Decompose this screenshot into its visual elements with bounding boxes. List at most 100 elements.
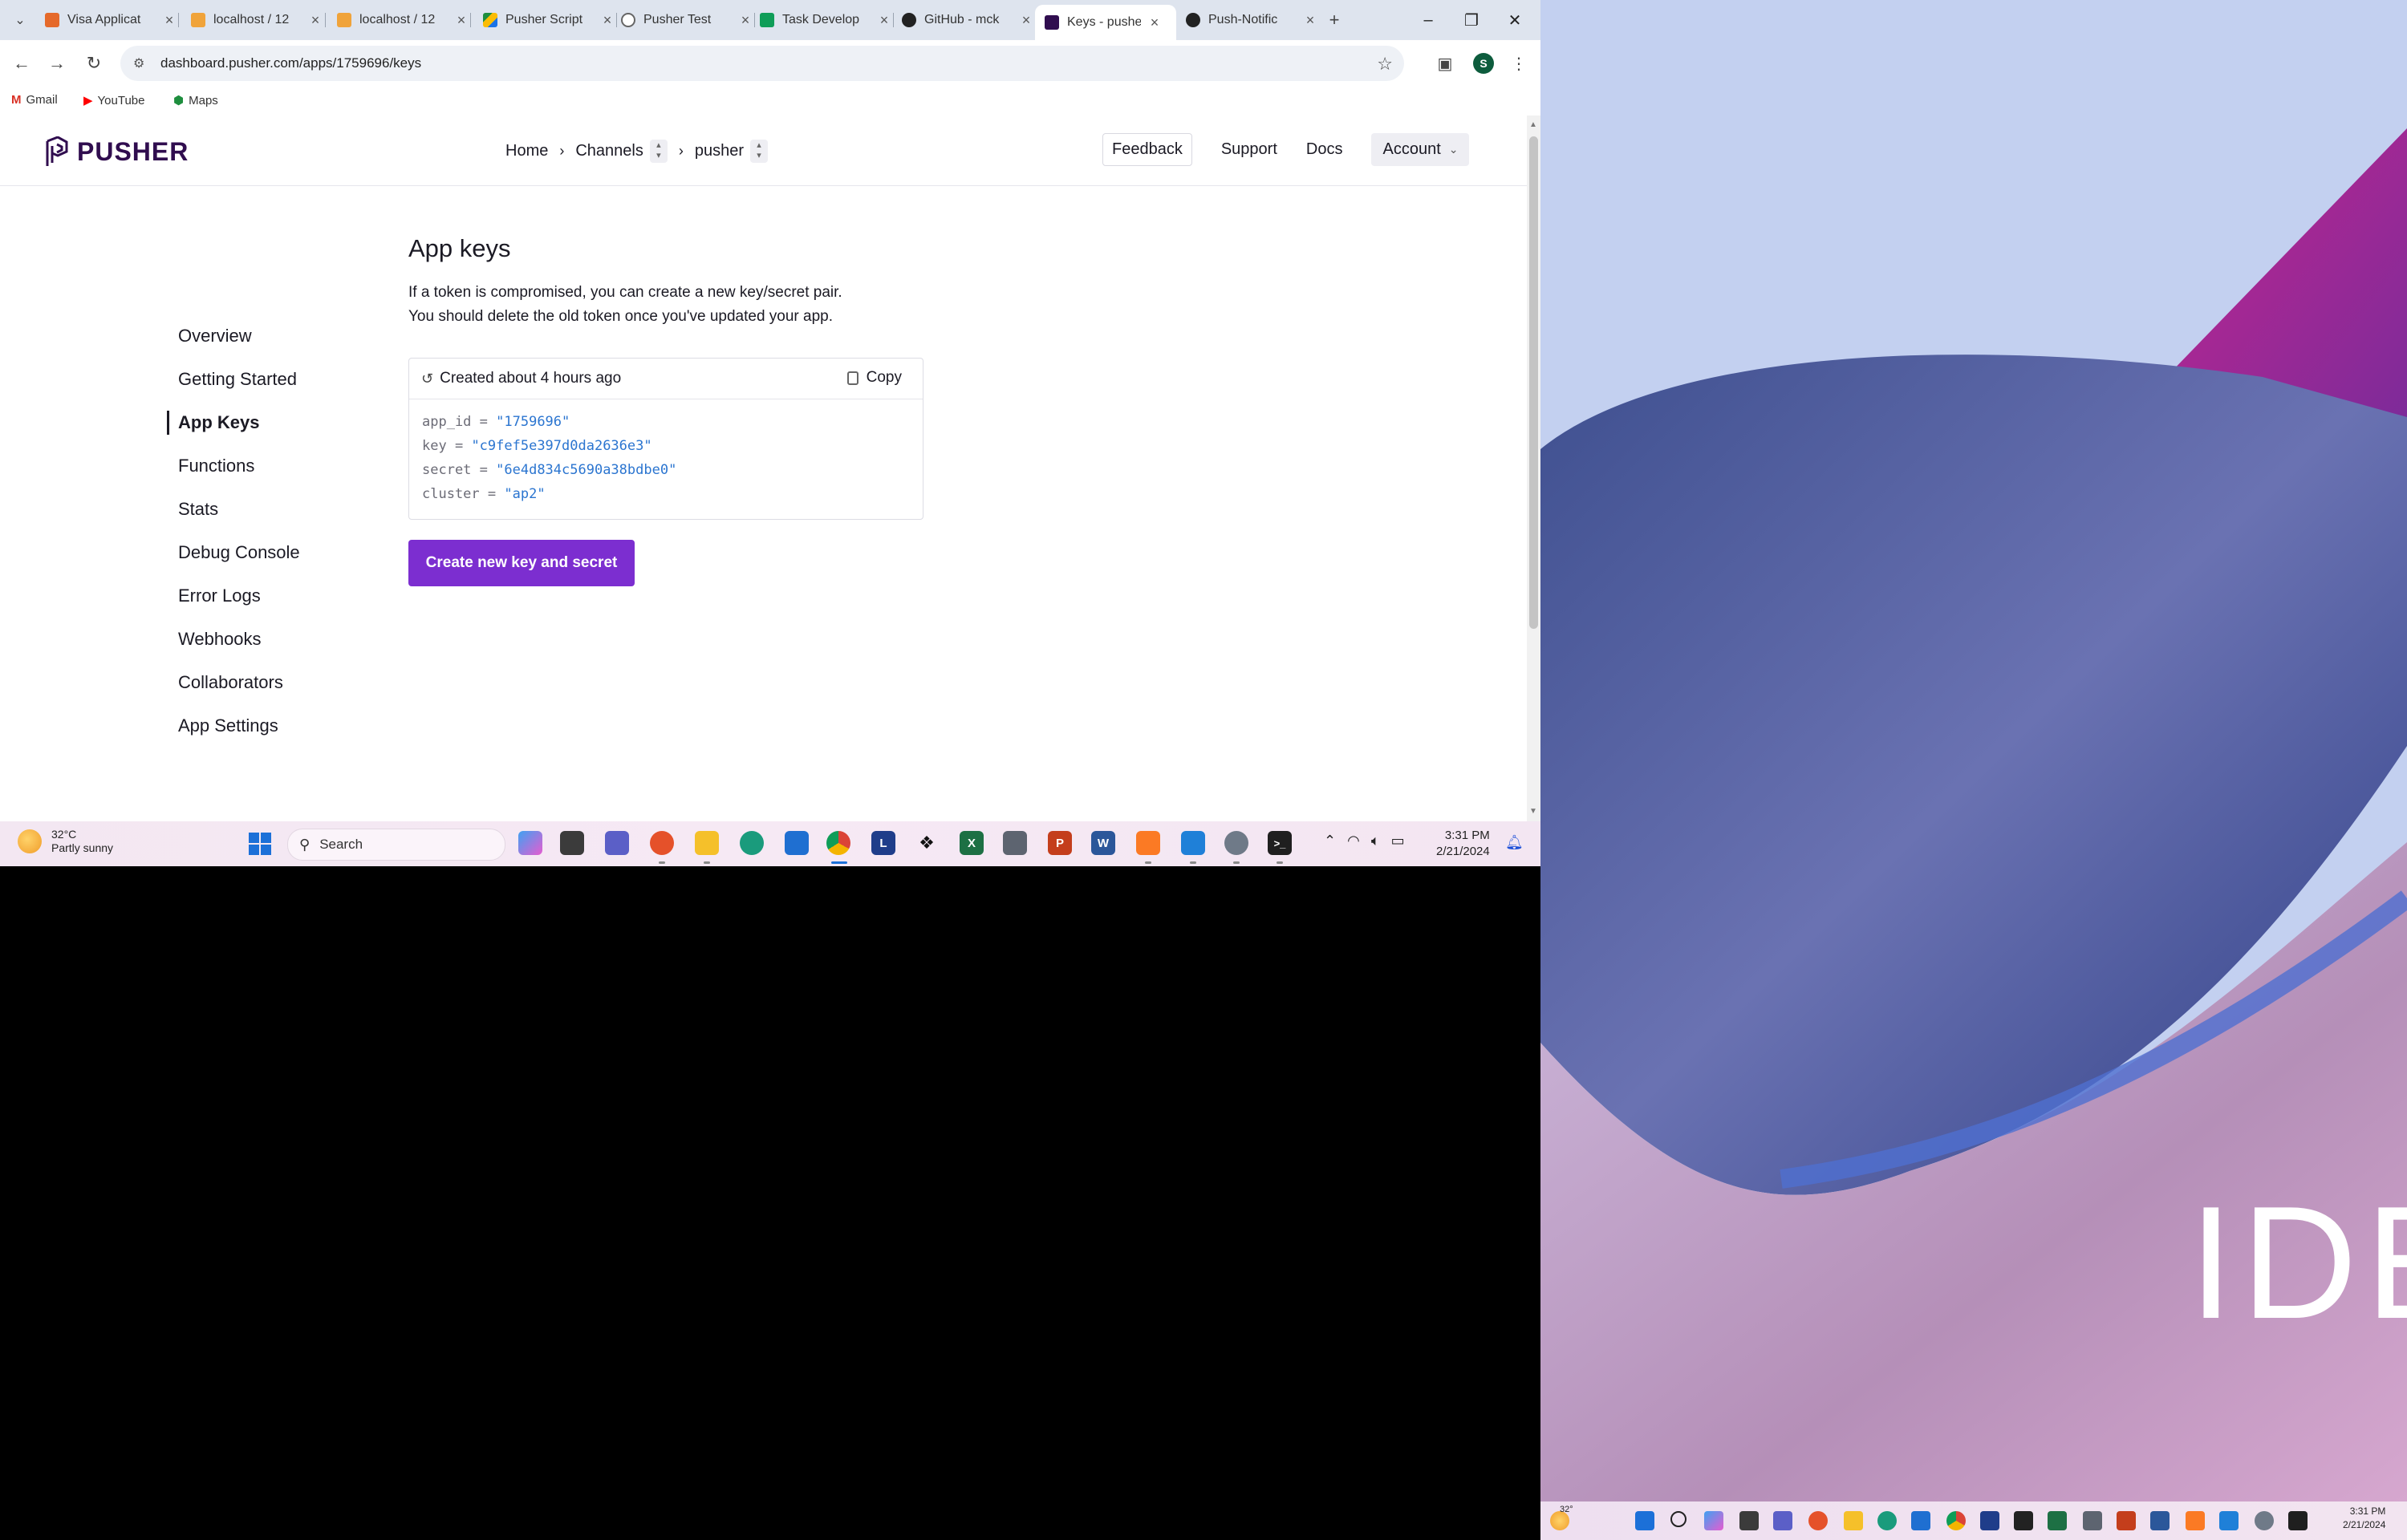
page-scrollbar[interactable]: ▲ ▼ (1527, 116, 1540, 821)
scroll-up-icon[interactable]: ▲ (1529, 120, 1537, 129)
sidebar-item-error-logs[interactable]: Error Logs (178, 586, 261, 606)
teams-icon[interactable] (1773, 1511, 1792, 1530)
word-icon[interactable] (2150, 1511, 2170, 1530)
l-app-icon[interactable]: L (871, 831, 895, 855)
account-button[interactable]: Account ⌄ (1371, 132, 1470, 166)
forward-button[interactable]: → (43, 50, 71, 77)
edge-icon[interactable] (740, 831, 764, 855)
wifi-icon[interactable]: ◠ (1347, 833, 1360, 849)
terminal-icon[interactable]: >_ (1268, 831, 1292, 855)
app-selector-icon[interactable]: ▴ ▾ (750, 140, 769, 163)
close-tab-icon[interactable]: × (1019, 12, 1033, 29)
settings-icon[interactable] (2255, 1511, 2274, 1530)
side-panel-icon[interactable]: ▣ (1433, 51, 1457, 75)
taskbar-clock[interactable]: 3:31 PM 2/21/2024 (1436, 828, 1490, 860)
taskbar-search[interactable]: ⚲ Search (287, 829, 505, 861)
notification-bell-icon[interactable]: 🔔︎ (1505, 834, 1524, 851)
breadcrumb-home[interactable]: Home (505, 142, 548, 160)
xampp-icon[interactable] (2186, 1511, 2205, 1530)
firefox-icon[interactable] (650, 831, 674, 855)
close-tab-icon[interactable]: × (1147, 14, 1162, 31)
battery-icon[interactable]: ▭ (1391, 833, 1405, 849)
sidebar-item-app-keys[interactable]: App Keys (178, 412, 259, 433)
browser-tab[interactable]: Task Develop × (750, 6, 891, 34)
chrome-icon[interactable] (826, 831, 850, 855)
scroll-thumb[interactable] (1529, 136, 1538, 629)
bookmark-youtube[interactable]: ▶ YouTube (83, 93, 145, 108)
folder-icon[interactable] (1844, 1511, 1863, 1530)
windows-start-icon[interactable] (1635, 1511, 1654, 1530)
minimize-button[interactable]: – (1406, 0, 1451, 40)
tab-search-chevron-icon[interactable]: ⌄ (6, 6, 34, 34)
copilot-icon[interactable] (518, 831, 542, 855)
l-app-icon[interactable] (1980, 1511, 1999, 1530)
excel-icon[interactable] (2048, 1511, 2067, 1530)
sidebar-item-overview[interactable]: Overview (178, 326, 252, 346)
search-icon[interactable] (1670, 1511, 1687, 1527)
firefox-icon[interactable] (1808, 1511, 1828, 1530)
close-window-button[interactable]: ✕ (1492, 0, 1537, 40)
address-bar[interactable]: ⚙ dashboard.pusher.com/apps/1759696/keys… (120, 46, 1404, 81)
close-tab-icon[interactable]: × (877, 12, 891, 29)
file-manager-icon[interactable] (560, 831, 584, 855)
bookmark-maps[interactable]: ⬢ Maps (173, 93, 218, 108)
dropbox-icon[interactable]: ❖ (915, 831, 939, 855)
sidebar-item-webhooks[interactable]: Webhooks (178, 629, 262, 650)
xampp-icon[interactable] (1136, 831, 1160, 855)
file-manager-icon[interactable] (1739, 1511, 1759, 1530)
profile-avatar[interactable]: S (1473, 53, 1494, 74)
secondary-clock[interactable]: 3:31 PM 2/21/2024 (2343, 1505, 2385, 1532)
site-info-icon[interactable]: ⚙ (133, 55, 151, 71)
sidebar-item-app-settings[interactable]: App Settings (178, 715, 278, 736)
teams-icon[interactable] (605, 831, 629, 855)
close-tab-icon[interactable]: × (162, 12, 177, 29)
camera-icon[interactable] (2083, 1511, 2102, 1530)
weather-widget[interactable]: 32°C Partly sunny (18, 828, 113, 855)
restore-button[interactable]: ❐ (1449, 0, 1494, 40)
sidebar-item-stats[interactable]: Stats (178, 499, 218, 520)
camera-icon[interactable] (1003, 831, 1027, 855)
feedback-button[interactable]: Feedback (1102, 132, 1192, 166)
microsoft-store-icon[interactable] (785, 831, 809, 855)
powerpoint-icon[interactable] (2117, 1511, 2136, 1530)
breadcrumb-app[interactable]: pusher (695, 142, 744, 160)
create-new-key-button[interactable]: Create new key and secret (408, 540, 635, 586)
powerpoint-icon[interactable]: P (1048, 831, 1072, 855)
copy-button[interactable]: Copy (846, 369, 902, 387)
edge-icon[interactable] (1877, 1511, 1897, 1530)
channels-selector-icon[interactable]: ▴ ▾ (649, 140, 668, 163)
sidebar-item-debug-console[interactable]: Debug Console (178, 542, 300, 563)
browser-tab[interactable]: Pusher Test × (611, 6, 753, 34)
volume-icon[interactable]: 🔈︎ (1371, 833, 1380, 849)
browser-tab[interactable]: localhost / 12 × (327, 6, 469, 34)
chrome-icon[interactable] (1946, 1511, 1966, 1530)
microsoft-store-icon[interactable] (1911, 1511, 1930, 1530)
bookmark-gmail[interactable]: M Gmail (11, 93, 58, 107)
terminal-icon[interactable] (2288, 1511, 2308, 1530)
browser-tab[interactable]: localhost / 12 × (181, 6, 323, 34)
close-tab-icon[interactable]: × (454, 12, 469, 29)
browser-tab-active[interactable]: Keys - pusher × (1035, 5, 1176, 40)
folder-icon[interactable] (695, 831, 719, 855)
docs-link[interactable]: Docs (1306, 140, 1343, 159)
browser-tab[interactable]: Visa Applicat × (35, 6, 177, 34)
sidebar-item-functions[interactable]: Functions (178, 456, 254, 476)
sidebar-item-getting-started[interactable]: Getting Started (178, 369, 297, 390)
close-tab-icon[interactable]: × (1303, 12, 1317, 29)
excel-icon[interactable]: X (960, 831, 984, 855)
windows-start-icon[interactable] (249, 833, 271, 855)
word-icon[interactable]: W (1091, 831, 1115, 855)
vscode-icon[interactable] (1181, 831, 1205, 855)
reload-button[interactable]: ↻ (80, 50, 108, 77)
bookmark-star-icon[interactable]: ☆ (1377, 54, 1393, 75)
vscode-icon[interactable] (2219, 1511, 2239, 1530)
keys-code-block[interactable]: app_id = "1759696" key = "c9fef5e397d0da… (422, 410, 676, 506)
back-button[interactable]: ← (8, 50, 35, 77)
sidebar-item-collaborators[interactable]: Collaborators (178, 672, 283, 693)
browser-tab[interactable]: Pusher Script × (473, 6, 615, 34)
pusher-logo[interactable]: PUSHER (45, 136, 189, 167)
support-link[interactable]: Support (1221, 140, 1277, 159)
menu-kebab-icon[interactable]: ⋮ (1507, 51, 1531, 75)
close-tab-icon[interactable]: × (308, 12, 323, 29)
dropbox-icon[interactable] (2014, 1511, 2033, 1530)
